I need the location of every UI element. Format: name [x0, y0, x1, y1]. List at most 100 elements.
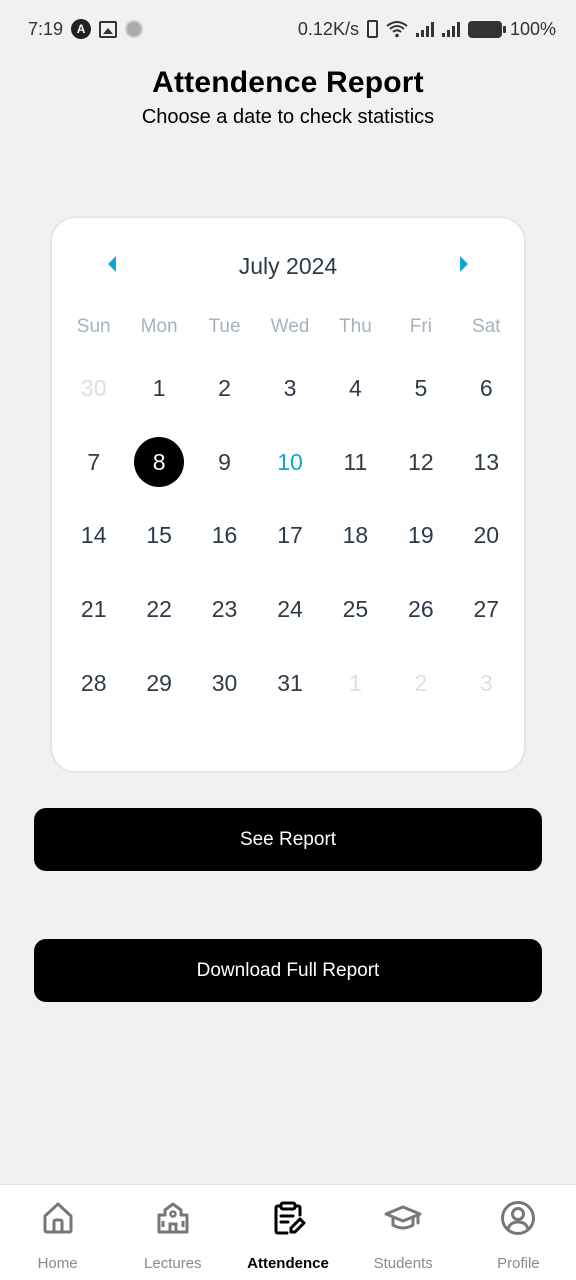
calendar-day-number: 16	[211, 522, 238, 549]
nav-item-profile[interactable]: Profile	[461, 1185, 576, 1280]
calendar-day-number: 22	[146, 596, 172, 623]
calendar-day[interactable]: 2	[192, 352, 257, 426]
calendar-day-number: 28	[80, 669, 107, 696]
calendar-day[interactable]: 1	[323, 646, 388, 720]
calendar-day[interactable]: 18	[323, 499, 388, 573]
calendar-day[interactable]: 26	[388, 573, 453, 647]
calendar-day-number: 19	[408, 522, 434, 549]
calendar-day-number: 30	[211, 669, 238, 696]
calendar-day[interactable]: 24	[257, 573, 322, 647]
calendar-day-number: 1	[152, 375, 166, 402]
calendar-day-number: 3	[283, 375, 297, 402]
calendar-day-selected[interactable]: 8	[126, 426, 191, 500]
calendar-day[interactable]: 19	[388, 499, 453, 573]
month-label: July 2024	[238, 252, 338, 279]
nav-label-profile: Profile	[497, 1255, 540, 1272]
calendar-day-number: 6	[479, 375, 493, 402]
weekday-row: Sun Mon Tue Wed Thu Fri Sat	[61, 316, 519, 338]
calendar-card: July 2024 Sun Mon Tue Wed Thu Fri Sat 30 1 2 3 4 5 6…	[50, 216, 526, 773]
calendar-day-number: 18	[342, 522, 369, 549]
download-full-report-button[interactable]: Download Full Report	[34, 939, 542, 1002]
nav-label-lectures: Lectures	[144, 1255, 202, 1272]
calendar-day[interactable]: 3	[257, 352, 322, 426]
weekday-label: Tue	[208, 316, 241, 337]
bottom-navigation: Home Lectures Attendence Students Profil…	[0, 1184, 576, 1280]
status-time: 7:19	[28, 18, 64, 39]
calendar-day[interactable]: 21	[61, 573, 126, 647]
calendar-day[interactable]: 30	[61, 352, 126, 426]
calendar-day[interactable]: 6	[454, 352, 519, 426]
weekday-label: Mon	[140, 316, 178, 337]
weekday-label: Sat	[472, 316, 501, 337]
calendar-day-number: 17	[277, 522, 303, 549]
calendar-day[interactable]: 29	[126, 646, 191, 720]
wifi-icon	[386, 21, 408, 38]
calendar-grid: 30 1 2 3 4 5 6 7 8 9 10 11 12 13 14 15 16 17 18 19 20 21 22 23 2…	[61, 352, 519, 720]
calendar-day[interactable]: 20	[454, 499, 519, 573]
calendar-day[interactable]: 31	[257, 646, 322, 720]
phone-icon	[366, 20, 378, 38]
calendar-day-today[interactable]: 10	[257, 426, 322, 500]
calendar-day[interactable]: 17	[257, 499, 322, 573]
calendar-day-number: 10	[277, 448, 303, 475]
calendar-day[interactable]: 12	[388, 426, 453, 500]
signal-icon-1	[415, 21, 434, 37]
calendar-day-number: 14	[80, 522, 107, 549]
nav-item-lectures[interactable]: Lectures	[115, 1185, 230, 1280]
weekday-label: Sun	[76, 316, 111, 337]
calendar-day[interactable]: 14	[61, 499, 126, 573]
graduation-cap-icon	[384, 1205, 422, 1230]
see-report-button[interactable]: See Report	[34, 808, 542, 871]
calendar-day-number: 2	[218, 375, 231, 402]
signal-icon-2	[441, 21, 460, 37]
nav-label-students: Students	[373, 1255, 433, 1272]
calendar-day[interactable]: 22	[126, 573, 191, 647]
battery-icon	[467, 20, 506, 38]
home-icon	[43, 1202, 73, 1234]
calendar-day[interactable]: 30	[192, 646, 257, 720]
nav-item-students[interactable]: Students	[346, 1185, 461, 1280]
nav-item-home[interactable]: Home	[0, 1185, 115, 1280]
status-bar-left: 7:19 A	[28, 18, 144, 40]
calendar-day[interactable]: 3	[454, 646, 519, 720]
calendar-day-number: 24	[277, 596, 303, 623]
calendar-day[interactable]: 15	[126, 499, 191, 573]
calendar-header: July 2024	[52, 248, 524, 284]
calendar-day-number: 15	[146, 522, 172, 549]
calendar-day-number: 20	[473, 522, 500, 549]
calendar-day-number: 12	[408, 448, 434, 475]
calendar-day[interactable]: 25	[323, 573, 388, 647]
calendar-day-number: 7	[87, 448, 101, 475]
calendar-day[interactable]: 4	[323, 352, 388, 426]
nav-label-home: Home	[37, 1255, 78, 1272]
calendar-day-number: 30	[80, 375, 107, 402]
calendar-day-number: 5	[414, 375, 428, 402]
calendar-day[interactable]: 1	[126, 352, 191, 426]
calendar-day[interactable]: 5	[388, 352, 453, 426]
weekday-label: Thu	[339, 316, 372, 337]
calendar-day-number: 31	[277, 669, 303, 696]
next-month-arrow-icon[interactable]	[460, 256, 468, 272]
nav-item-attendence[interactable]: Attendence	[230, 1185, 345, 1280]
calendar-day-number: 3	[479, 669, 493, 696]
calendar-day[interactable]: 2	[388, 646, 453, 720]
calendar-day-number: 11	[343, 448, 368, 475]
calendar-day[interactable]: 27	[454, 573, 519, 647]
calendar-day[interactable]: 23	[192, 573, 257, 647]
gallery-notification-icon	[99, 20, 118, 38]
previous-month-arrow-icon[interactable]	[108, 256, 116, 272]
calendar-day[interactable]: 7	[61, 426, 126, 500]
calendar-day-number: 8	[134, 437, 185, 488]
calendar-day-number: 4	[349, 375, 362, 402]
user-circle-icon	[501, 1201, 536, 1235]
weekday-label: Fri	[409, 316, 432, 337]
calendar-day[interactable]: 9	[192, 426, 257, 500]
calendar-day[interactable]: 13	[454, 426, 519, 500]
calendar-day-number: 29	[146, 669, 172, 696]
calendar-day[interactable]: 16	[192, 499, 257, 573]
calendar-day-number: 26	[408, 596, 434, 623]
calendar-day[interactable]: 28	[61, 646, 126, 720]
calendar-day-number: 27	[473, 596, 500, 623]
page-subtitle: Choose a date to check statistics	[141, 106, 435, 128]
calendar-day[interactable]: 11	[323, 426, 388, 500]
